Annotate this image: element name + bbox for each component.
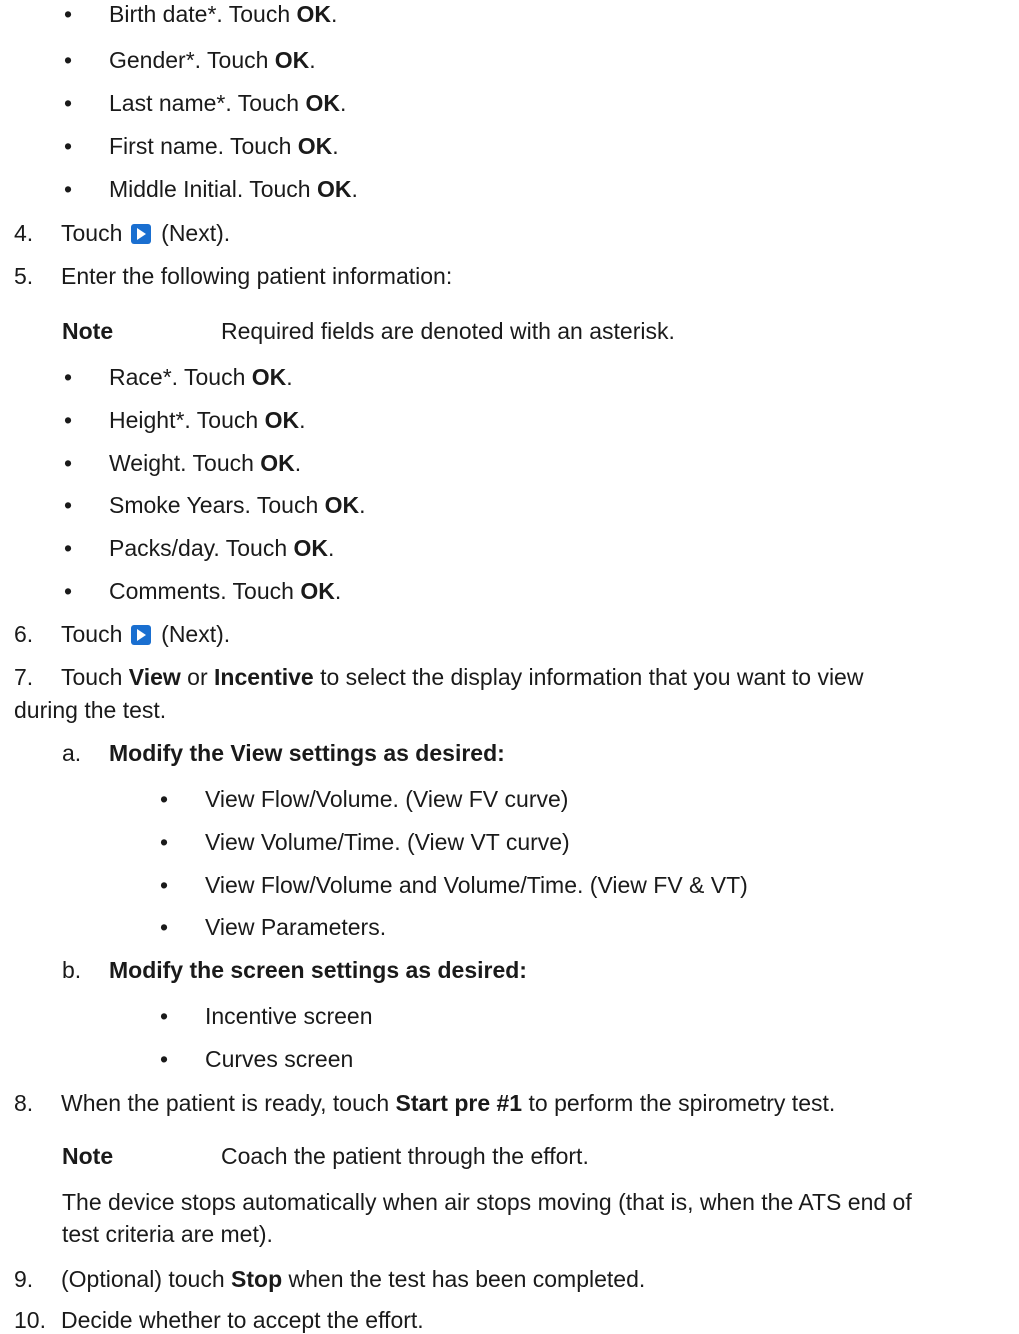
paragraph-auto-stop-continued: test criteria are met). <box>62 1221 273 1247</box>
document-page: • Birth date*. Touch OK. • Gender*. Touc… <box>0 0 1019 1333</box>
note-required-fields: Note Required fields are denoted with an… <box>62 318 675 344</box>
step-7a: a. Modify the View settings as desired: <box>62 740 505 766</box>
step-7-continued: during the test. <box>14 697 167 723</box>
paragraph-auto-stop: The device stops automatically when air … <box>62 1189 912 1215</box>
note-coach: Note Coach the patient through the effor… <box>62 1143 589 1169</box>
step-7b: b. Modify the screen settings as desired… <box>62 957 527 983</box>
next-icon <box>130 224 151 244</box>
next-icon <box>130 625 151 645</box>
